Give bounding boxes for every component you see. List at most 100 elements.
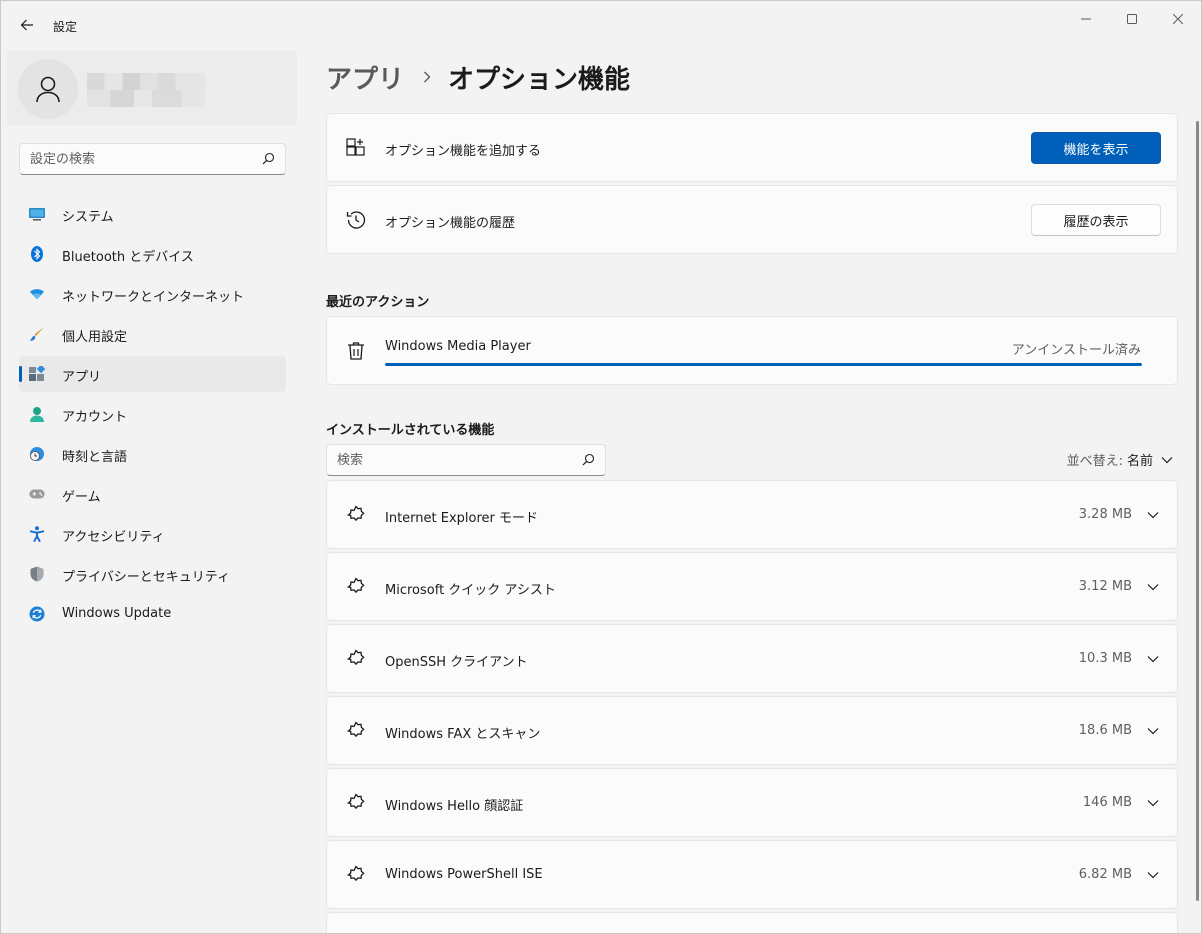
maximize-button[interactable] <box>1109 7 1155 31</box>
trash-icon <box>345 340 367 362</box>
chevron-down-icon <box>1161 456 1173 463</box>
person-icon <box>29 406 45 422</box>
puzzle-gear-icon <box>345 720 367 742</box>
chevron-down-icon[interactable] <box>1145 507 1161 523</box>
feature-row[interactable]: Windows FAX とスキャン 18.6 MB <box>326 696 1178 765</box>
feature-search-input[interactable] <box>327 445 567 475</box>
sidebar-item-apps[interactable]: アプリ <box>19 356 286 392</box>
chevron-down-icon[interactable] <box>1145 723 1161 739</box>
user-profile[interactable] <box>7 51 297 125</box>
feature-size: 146 MB <box>1082 795 1132 810</box>
app-title: 設定 <box>53 20 78 34</box>
settings-search-box[interactable] <box>19 143 286 175</box>
sidebar-item-label: プライバシーとセキュリティ <box>62 570 230 585</box>
minimize-button[interactable] <box>1063 7 1109 31</box>
sidebar-item-label: アプリ <box>62 370 102 385</box>
chevron-down-icon[interactable] <box>1145 867 1161 883</box>
person-icon <box>36 76 60 103</box>
feature-name: Windows Hello 顔認証 <box>385 799 524 814</box>
wifi-icon <box>29 286 45 302</box>
sidebar-nav: システム Bluetooth とデバイス ネットワークとインターネット 個人用設… <box>19 196 286 636</box>
feature-search-box[interactable] <box>326 444 606 476</box>
sort-label: 並べ替え: <box>1066 454 1123 469</box>
gamepad-icon <box>29 486 45 502</box>
settings-search-input[interactable] <box>20 144 240 174</box>
feature-row[interactable]: OpenSSH クライアント 10.3 MB <box>326 624 1178 693</box>
settings-window: 設定 システム <box>0 0 1202 934</box>
sidebar-item-system[interactable]: システム <box>19 196 286 232</box>
bluetooth-icon <box>29 246 45 262</box>
uninstall-progress-fill <box>385 363 1142 366</box>
sidebar-item-personalization[interactable]: 個人用設定 <box>19 316 286 352</box>
sort-dropdown[interactable]: 並べ替え: 名前 <box>1067 450 1173 469</box>
display-icon <box>29 206 45 222</box>
sidebar-item-accessibility[interactable]: アクセシビリティ <box>19 516 286 552</box>
accessibility-icon <box>29 526 45 542</box>
shield-icon <box>29 566 45 582</box>
chevron-down-icon[interactable] <box>1145 579 1161 595</box>
blurred-user-name <box>87 73 205 107</box>
history-icon <box>345 209 367 231</box>
feature-name: Microsoft クイック アシスト <box>385 583 556 598</box>
sidebar-item-windows-update[interactable]: Windows Update <box>19 596 286 632</box>
add-feature-card: オプション機能を追加する 機能を表示 <box>326 113 1178 182</box>
chevron-down-icon[interactable] <box>1145 795 1161 811</box>
add-apps-icon <box>345 137 367 159</box>
feature-row[interactable]: Windows PowerShell ISE 6.82 MB <box>326 840 1178 909</box>
feature-history-card: オプション機能の履歴 履歴の表示 <box>326 185 1178 254</box>
recent-action-card: Windows Media Player アンインストール済み <box>326 316 1178 385</box>
feature-name: Windows FAX とスキャン <box>385 727 541 742</box>
globe-clock-icon <box>29 446 45 462</box>
back-arrow-icon <box>20 19 33 31</box>
back-button[interactable] <box>15 13 39 37</box>
feature-size: 18.6 MB <box>1078 723 1132 738</box>
recent-actions-title: 最近のアクション <box>326 295 430 310</box>
search-icon[interactable] <box>582 453 595 470</box>
breadcrumb: アプリ オプション機能 <box>326 59 630 95</box>
feature-size: 6.82 MB <box>1078 867 1132 882</box>
sidebar-item-label: アクセシビリティ <box>62 530 165 545</box>
sidebar-item-bluetooth[interactable]: Bluetooth とデバイス <box>19 236 286 272</box>
sidebar-item-label: 時刻と言語 <box>62 450 128 465</box>
sidebar-item-time-language[interactable]: 時刻と言語 <box>19 436 286 472</box>
avatar <box>18 59 78 119</box>
breadcrumb-parent[interactable]: アプリ <box>326 59 404 96</box>
puzzle-gear-icon <box>345 648 367 670</box>
add-feature-label: オプション機能を追加する <box>385 144 542 159</box>
view-features-button[interactable]: 機能を表示 <box>1031 132 1161 164</box>
sidebar-item-label: Bluetooth とデバイス <box>62 250 194 265</box>
feature-size: 3.28 MB <box>1078 507 1132 522</box>
chevron-down-icon[interactable] <box>1145 651 1161 667</box>
view-history-button[interactable]: 履歴の表示 <box>1031 204 1161 236</box>
feature-row[interactable]: Microsoft クイック アシスト 3.12 MB <box>326 552 1178 621</box>
search-icon[interactable] <box>262 152 275 169</box>
feature-row[interactable]: Internet Explorer モード 3.28 MB <box>326 480 1178 549</box>
sidebar-item-label: システム <box>62 210 114 225</box>
scrollbar[interactable] <box>1196 121 1199 901</box>
sidebar-item-accounts[interactable]: アカウント <box>19 396 286 432</box>
puzzle-gear-icon <box>345 864 367 886</box>
sort-value: 名前 <box>1126 454 1153 469</box>
feature-row-partial[interactable] <box>326 912 1178 933</box>
puzzle-gear-icon <box>345 792 367 814</box>
feature-history-label: オプション機能の履歴 <box>385 216 516 231</box>
uninstall-progress-bar <box>385 363 1142 366</box>
close-button[interactable] <box>1155 7 1201 31</box>
feature-name: Windows PowerShell ISE <box>385 867 543 882</box>
sidebar-item-label: アカウント <box>62 410 128 425</box>
sidebar-item-privacy-security[interactable]: プライバシーとセキュリティ <box>19 556 286 592</box>
feature-row[interactable]: Windows Hello 顔認証 146 MB <box>326 768 1178 837</box>
sidebar-item-network[interactable]: ネットワークとインターネット <box>19 276 286 312</box>
installed-features-title: インストールされている機能 <box>326 423 495 438</box>
brush-icon <box>29 326 45 342</box>
minimize-icon <box>1081 18 1091 20</box>
sidebar-item-label: 個人用設定 <box>62 330 128 345</box>
recent-action-name: Windows Media Player <box>385 339 531 354</box>
title-bar: 設定 <box>1 1 1201 49</box>
sidebar-item-label: ゲーム <box>62 490 101 505</box>
maximize-icon <box>1127 14 1137 24</box>
sidebar-item-gaming[interactable]: ゲーム <box>19 476 286 512</box>
feature-name: OpenSSH クライアント <box>385 655 528 670</box>
feature-name: Internet Explorer モード <box>385 511 539 526</box>
puzzle-gear-icon <box>345 504 367 526</box>
